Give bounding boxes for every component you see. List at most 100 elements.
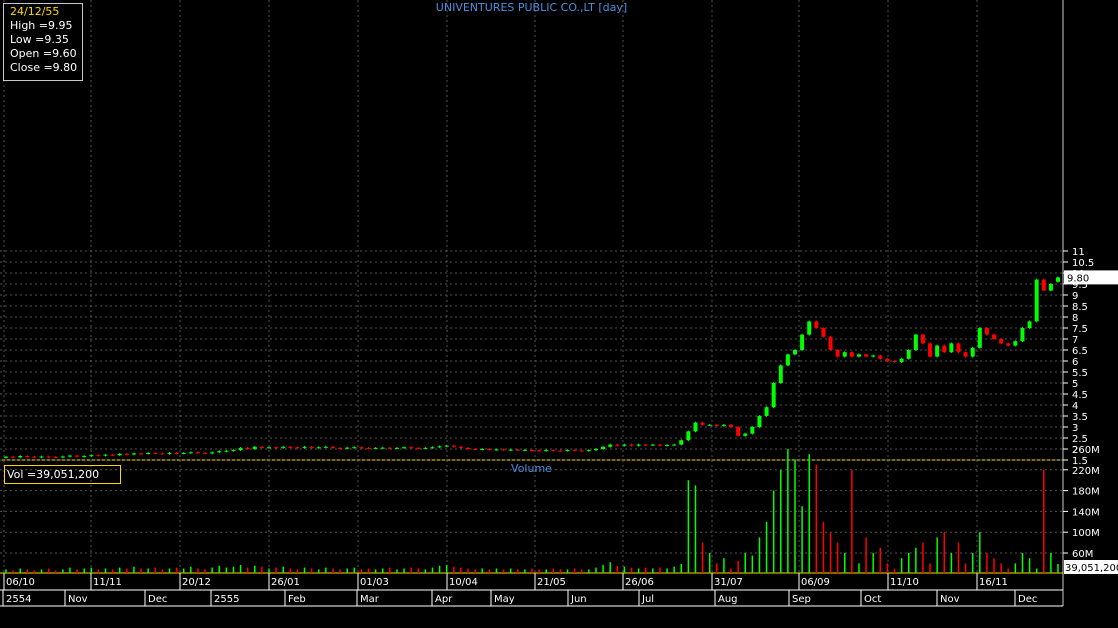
candle-body — [416, 447, 421, 449]
candle-body — [338, 447, 343, 449]
candle-body — [984, 328, 989, 335]
month-label: Feb — [288, 594, 306, 605]
candle-body — [579, 450, 584, 452]
candle-body — [871, 355, 876, 357]
price-volume-chart: 06/10 11/11 20/12 26/01 01/03 10/04 21/05 26/06… — [0, 0, 1118, 607]
candle-body — [409, 447, 414, 449]
candle-body — [785, 354, 790, 366]
candle-body — [608, 444, 613, 447]
volume-bar — [673, 566, 675, 573]
candle-body — [32, 456, 37, 458]
candle-body — [139, 453, 144, 455]
volume-bar — [1014, 563, 1017, 573]
volume-bar — [581, 569, 583, 573]
price-tick-label: 9 — [1072, 291, 1078, 302]
candle-body — [252, 446, 257, 449]
volume-bar — [453, 566, 455, 573]
candle-body — [160, 453, 165, 455]
candle-body — [771, 383, 776, 408]
candle-body — [11, 456, 16, 458]
volume-bar — [815, 464, 818, 573]
candle-body — [821, 328, 826, 337]
volume-bar — [652, 568, 654, 573]
candle-body — [188, 452, 193, 454]
candle-body — [515, 449, 520, 451]
volume-bar — [133, 566, 135, 573]
volume-bar — [403, 568, 405, 573]
volume-bar — [445, 564, 448, 573]
candle-body — [793, 350, 797, 355]
month-label: Nov — [940, 594, 960, 605]
candle-body — [494, 449, 499, 451]
volume-bar — [232, 566, 235, 573]
info-high: High =9.95 — [10, 19, 73, 32]
volume-bar — [865, 537, 867, 573]
volume-bar — [360, 569, 363, 573]
candle-body — [267, 447, 271, 449]
volume-bar — [893, 568, 896, 573]
volume-bar — [716, 563, 718, 573]
month-label: Apr — [435, 594, 453, 605]
volume-bar — [417, 568, 420, 573]
volume-bar — [630, 567, 633, 573]
month-label: Dec — [1018, 594, 1037, 605]
volume-bar — [225, 567, 228, 573]
volume-bar — [424, 569, 427, 573]
candle-body — [878, 355, 883, 359]
candle-body — [46, 456, 51, 458]
candle-body — [757, 416, 762, 427]
month-label: Dec — [148, 594, 167, 605]
volume-bar — [55, 570, 57, 573]
volume-bar — [1021, 553, 1024, 573]
last-volume-label: 39,051,200 — [1065, 563, 1118, 574]
volume-bar — [154, 567, 157, 573]
volume-panel-title: Volume — [511, 462, 552, 475]
volume-bar — [517, 569, 519, 573]
date-label: 10/04 — [449, 577, 478, 588]
volume-bar — [1057, 563, 1059, 573]
volume-bar — [303, 567, 306, 573]
candle-body — [892, 361, 897, 363]
last-price-label: 9.80 — [1067, 273, 1089, 284]
price-tick-label: 4 — [1072, 401, 1078, 412]
volume-bar — [872, 553, 874, 573]
candle-body — [316, 447, 321, 449]
volume-bar — [1000, 563, 1002, 573]
volume-bar — [1050, 553, 1052, 573]
date-label: 06/09 — [801, 577, 830, 588]
month-label: May — [494, 594, 515, 605]
volume-bar — [40, 569, 43, 573]
candle-body — [842, 352, 847, 357]
volume-bar — [723, 558, 725, 573]
volume-bar — [190, 566, 192, 573]
volume-bar — [140, 568, 142, 573]
volume-bar — [90, 567, 93, 573]
volume-bar — [69, 567, 71, 573]
volume-bar — [83, 568, 85, 573]
candle-body — [295, 447, 300, 449]
volume-bar — [851, 469, 853, 573]
volume-info-box: Vol =39,051,200 — [4, 465, 121, 484]
candle-body — [458, 446, 463, 448]
volume-bar — [993, 558, 995, 573]
volume-bar — [616, 565, 619, 573]
candle-body — [18, 456, 23, 458]
price-tick-label: 3 — [1072, 423, 1078, 434]
candle-body — [558, 450, 563, 452]
volume-bar — [744, 553, 746, 573]
candle-body — [622, 444, 627, 446]
volume-bar — [389, 567, 391, 573]
volume-bar — [915, 547, 917, 573]
volume-bar — [12, 570, 14, 573]
candle-body — [82, 456, 87, 458]
price-tick-label: 6.5 — [1072, 346, 1088, 357]
candle-body — [4, 456, 8, 458]
candle-body — [899, 358, 904, 363]
month-label: 2554 — [6, 594, 31, 605]
volume-bar — [907, 553, 910, 573]
volume-bar — [922, 542, 924, 573]
candle-body — [1006, 343, 1011, 346]
candle-body — [309, 446, 314, 448]
volume-tick-label: 180M — [1072, 487, 1100, 498]
candle-body — [402, 447, 407, 449]
